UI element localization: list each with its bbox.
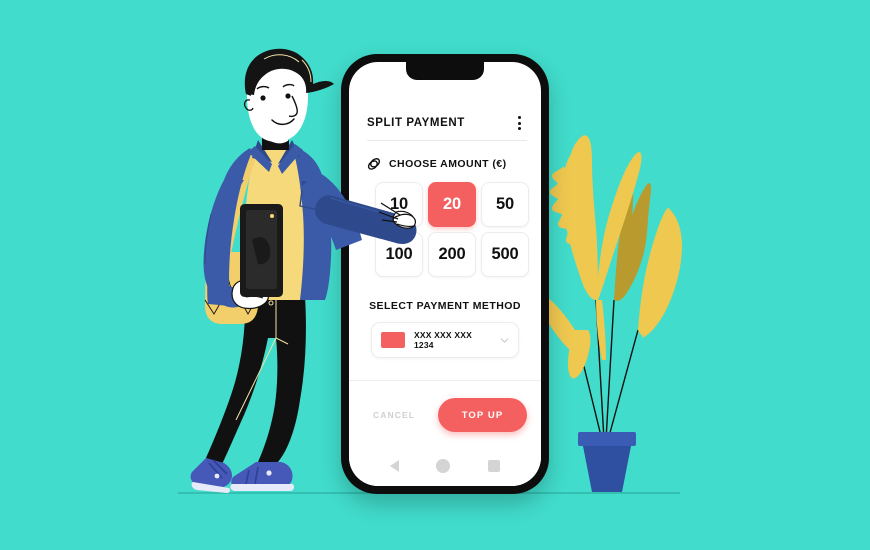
- phone-notch: [406, 62, 484, 80]
- amount-option-10[interactable]: 10: [375, 182, 423, 227]
- choose-amount-label: CHOOSE AMOUNT (€): [389, 158, 507, 170]
- app-header: SPLIT PAYMENT: [349, 108, 541, 138]
- action-bar: CANCEL TOP UP: [349, 392, 541, 438]
- actions-divider: [349, 380, 541, 381]
- smartphone-mockup: SPLIT PAYMENT CHOOSE AMOUNT (€) 10 20 50…: [341, 54, 549, 494]
- page-title: SPLIT PAYMENT: [367, 117, 465, 129]
- amount-option-500[interactable]: 500: [481, 232, 529, 277]
- card-icon: [381, 332, 405, 348]
- amount-options-grid: 10 20 50 100 200 500: [375, 182, 529, 277]
- card-number-label: XXX XXX XXX 1234: [414, 330, 472, 350]
- illustration-scene: SPLIT PAYMENT CHOOSE AMOUNT (€) 10 20 50…: [0, 0, 870, 550]
- choose-amount-header: CHOOSE AMOUNT (€): [367, 157, 507, 171]
- amount-option-50[interactable]: 50: [481, 182, 529, 227]
- android-navigation-bar: [349, 446, 541, 486]
- amount-option-200[interactable]: 200: [428, 232, 476, 277]
- payment-method-select[interactable]: XXX XXX XXX 1234: [371, 322, 519, 358]
- triangle-back-icon[interactable]: [389, 460, 399, 472]
- amount-option-100[interactable]: 100: [375, 232, 423, 277]
- top-up-button[interactable]: TOP UP: [438, 398, 527, 432]
- circle-home-icon[interactable]: [436, 459, 451, 473]
- payment-method-label: SELECT PAYMENT METHOD: [369, 300, 521, 312]
- chevron-down-icon: [500, 337, 509, 343]
- amount-option-20[interactable]: 20: [428, 182, 476, 227]
- kebab-menu-icon[interactable]: [516, 113, 523, 133]
- phone-screen: SPLIT PAYMENT CHOOSE AMOUNT (€) 10 20 50…: [349, 62, 541, 486]
- square-recents-icon[interactable]: [488, 460, 501, 472]
- header-divider: [367, 140, 527, 141]
- coin-icon: [367, 158, 381, 170]
- cancel-button[interactable]: CANCEL: [371, 404, 417, 426]
